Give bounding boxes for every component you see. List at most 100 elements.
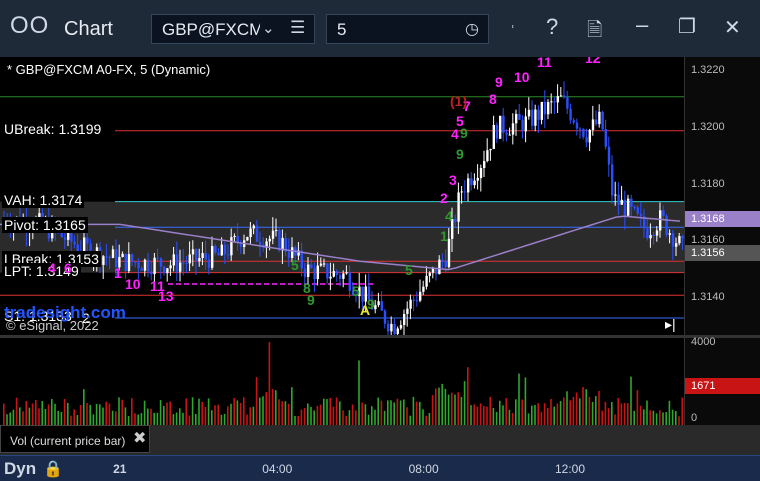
candle-body [111, 249, 115, 258]
price-axis-tick: 1.3220 [691, 64, 725, 77]
page-layout-icon[interactable]: 🗎 [587, 16, 602, 48]
volume-bar [118, 397, 120, 425]
volume-axis-top: 4000 [691, 336, 716, 348]
candle-body [473, 180, 476, 186]
volume-bar [342, 410, 344, 425]
volume-bar [665, 412, 667, 425]
volume-bar [403, 399, 405, 425]
close-study-icon[interactable]: ✖ [133, 428, 146, 448]
volume-bar [41, 401, 43, 425]
interval-input[interactable]: 5 ◷ [326, 14, 489, 44]
volume-bar [54, 403, 56, 425]
volume-bar [153, 412, 155, 425]
volume-bar [6, 414, 8, 425]
volume-bar [473, 404, 475, 425]
count-label: 2 [440, 190, 448, 206]
candle-body [259, 241, 262, 245]
close-button[interactable]: ✕ [724, 15, 741, 40]
help-button[interactable]: ? [546, 14, 558, 40]
time-axis[interactable]: Dyn 🔒 21 04:00 08:00 12:00 [0, 455, 760, 481]
candle-body [588, 129, 591, 143]
volume-bar [511, 412, 514, 425]
volume-bar [361, 402, 363, 425]
volume-bar [406, 407, 408, 425]
count-label: 1 [440, 228, 448, 244]
candle-body [323, 263, 326, 265]
copyright-text: © eSignal, 2022 [6, 318, 99, 333]
candle-body [329, 276, 332, 279]
volume-bar [313, 410, 315, 425]
price-tag: 1.3168 [685, 210, 760, 227]
candle-body [313, 267, 316, 280]
candle-body [310, 264, 313, 268]
scroll-to-end-icon[interactable]: ▸| [665, 316, 676, 333]
volume-bar [137, 414, 139, 425]
candle-body [540, 101, 543, 120]
volume-bar [492, 407, 495, 425]
volume-bar [275, 390, 277, 425]
lock-icon[interactable]: 🔒 [43, 459, 63, 479]
clock-icon[interactable]: ◷ [465, 19, 479, 39]
count-label: 12 [585, 57, 601, 66]
symbol-list-icon[interactable]: ☰ [290, 18, 305, 38]
volume-bar [467, 367, 469, 425]
chevron-down-icon[interactable]: ⌄ [262, 19, 275, 37]
volume-bar [19, 407, 21, 425]
candle-body [220, 244, 223, 256]
volume-bar [447, 394, 450, 425]
dynamic-mode-label[interactable]: Dyn [4, 459, 36, 479]
candle-body [214, 245, 217, 253]
volume-bar [172, 414, 175, 425]
volume-bar [83, 389, 85, 425]
price-axis[interactable]: 1.3220 1.3200 1.3180 1.3160 1.3140 1.3168 1.3… [684, 57, 760, 335]
candle-body [652, 235, 655, 237]
volume-bar [543, 403, 546, 425]
volume-study-tab[interactable]: Vol (current price bar) ✖ [0, 425, 150, 453]
volume-axis-bottom: 0 [691, 412, 698, 424]
candle-body [553, 101, 556, 103]
volume-bar [505, 398, 507, 425]
count-label: 9 [460, 125, 468, 141]
volume-bar [371, 406, 373, 425]
volume-bar [655, 413, 658, 425]
volume-bar [92, 414, 95, 425]
volume-bar [156, 412, 159, 425]
candle-body [361, 286, 364, 302]
candle-body [105, 256, 108, 258]
candle-body [121, 253, 124, 257]
cursor-icon[interactable]: ʿ [510, 24, 515, 42]
candle-body [275, 230, 278, 232]
volume-bar [300, 409, 303, 425]
volume-bar [230, 403, 232, 425]
count-label: 3 [449, 172, 457, 188]
volume-bar [201, 401, 203, 425]
candle-body [415, 300, 419, 302]
symbol-select[interactable]: GBP@FXCM ⌄ ☰ [151, 14, 315, 44]
volume-axis[interactable]: 4000 1671 0 [684, 336, 760, 425]
volume-bar [191, 397, 194, 425]
volume-bar [249, 407, 251, 425]
volume-bar [659, 410, 661, 425]
volume-bar [454, 394, 456, 425]
candle-body [470, 178, 473, 186]
volume-bar [415, 401, 418, 425]
volume-bar [214, 405, 216, 425]
count-label: 5 [352, 283, 360, 299]
minimize-button[interactable]: – [636, 12, 648, 38]
volume-bar [63, 399, 66, 425]
candle-body [223, 244, 227, 255]
candle-body [486, 150, 489, 162]
volume-bar [351, 404, 354, 425]
volume-bar [390, 400, 392, 425]
candle-body [326, 263, 329, 279]
volume-bar [377, 397, 379, 425]
maximize-button[interactable]: ❐ [678, 14, 696, 39]
title-bar: OO Chart GBP@FXCM ⌄ ☰ 5 ◷ ʿ ? 🗎 – ❐ ✕ [0, 0, 760, 57]
volume-pane[interactable] [0, 338, 684, 425]
candle-body [604, 129, 607, 147]
price-chart-pane[interactable]: * GBP@FXCM A0-FX, 5 (Dynamic) UBreak: 1.… [0, 57, 684, 335]
count-label: 9 [456, 146, 464, 162]
candle-body [614, 194, 617, 196]
volume-bar [102, 407, 104, 425]
volume-bar [22, 411, 24, 425]
